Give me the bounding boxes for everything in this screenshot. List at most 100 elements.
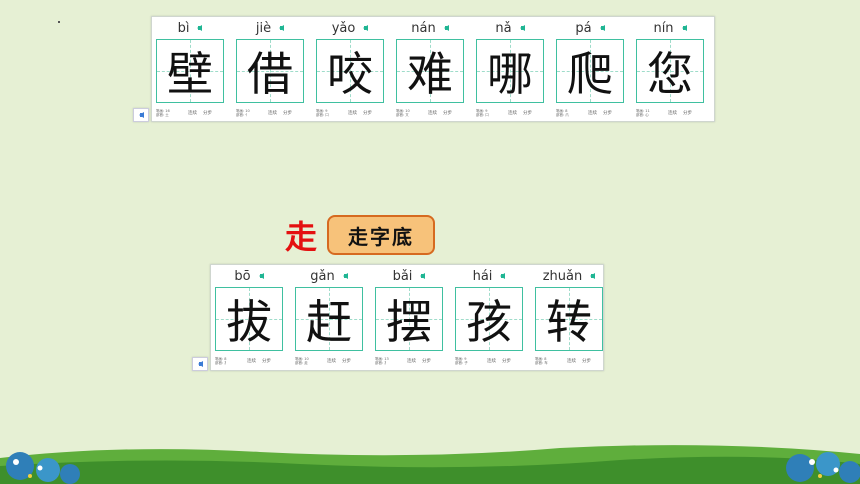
speaker-icon[interactable]: [681, 25, 687, 31]
step-button[interactable]: 分步: [683, 110, 692, 116]
step-button[interactable]: 分步: [523, 110, 532, 116]
radical-character: 走: [285, 218, 318, 256]
pinyin-text: nán: [411, 20, 436, 36]
play-continuous-button[interactable]: 连续: [348, 110, 357, 116]
pinyin-row: jiè: [234, 17, 306, 39]
speaker-icon[interactable]: [279, 25, 285, 31]
stroke-meta: 笔画: 9 部首: 子: [455, 357, 481, 366]
step-button[interactable]: 分步: [582, 358, 591, 364]
pinyin-text: nǎ: [495, 20, 512, 36]
radical-info: 部首: 扌: [215, 361, 228, 365]
pinyin-row: bǎi: [373, 265, 445, 287]
speaker-icon: [197, 361, 203, 367]
radical-info: 部首: 车: [535, 361, 548, 365]
hanzi-character: 哪: [487, 47, 533, 101]
speaker-icon[interactable]: [420, 273, 426, 279]
stroke-meta: 笔画: 13 部首: 扌: [375, 357, 401, 366]
writing-grid: 哪: [476, 39, 544, 103]
step-button[interactable]: 分步: [262, 358, 271, 364]
speaker-icon[interactable]: [197, 25, 203, 31]
writing-grid: 摆: [375, 287, 443, 351]
stroke-meta: 笔画: 9 部首: 口: [316, 109, 342, 118]
radical-info: 部首: 又: [396, 113, 409, 117]
hanzi-character: 拔: [226, 295, 272, 349]
play-continuous-button[interactable]: 连续: [327, 358, 336, 364]
writing-grid: 转: [535, 287, 603, 351]
card-info: 笔画: 11 部首: 心连续 分步: [634, 106, 706, 120]
speaker-icon[interactable]: [519, 25, 525, 31]
radical-info: 部首: 心: [636, 113, 649, 117]
speaker-icon: [138, 112, 144, 118]
card-info: 笔画: 13 部首: 扌连续 分步: [373, 354, 445, 368]
card-info: 笔画: 8 部首: 扌连续 分步: [213, 354, 285, 368]
radical-info: 部首: 土: [156, 113, 169, 117]
pinyin-text: hái: [472, 268, 493, 284]
character-card: jiè 借笔画: 10 部首: 亻连续 分步: [234, 17, 306, 120]
step-button[interactable]: 分步: [603, 110, 612, 116]
character-card: nín 您笔画: 11 部首: 心连续 分步: [634, 17, 706, 120]
hanzi-character: 摆: [386, 295, 432, 349]
hanzi-character: 爬: [567, 47, 613, 101]
character-panel-1: bì 壁笔画: 16 部首: 土连续 分步 jiè 借笔画: 10 部首: 亻连续 分步 yǎo…: [151, 16, 715, 122]
play-continuous-button[interactable]: 连续: [268, 110, 277, 116]
panel-1-audio-button[interactable]: [133, 108, 149, 122]
stroke-meta: 笔画: 10 部首: 亻: [236, 109, 262, 118]
card-info: 笔画: 16 部首: 土连续 分步: [154, 106, 226, 120]
pinyin-row: zhuǎn: [533, 265, 605, 287]
stroke-meta: 笔画: 8 部首: 扌: [215, 357, 241, 366]
hanzi-character: 借: [247, 47, 293, 101]
step-button[interactable]: 分步: [443, 110, 452, 116]
play-continuous-button[interactable]: 连续: [508, 110, 517, 116]
stroke-meta: 笔画: 9 部首: 口: [476, 109, 502, 118]
step-button[interactable]: 分步: [283, 110, 292, 116]
stroke-meta: 笔画: 11 部首: 心: [636, 109, 662, 118]
play-continuous-button[interactable]: 连续: [588, 110, 597, 116]
hanzi-character: 壁: [167, 47, 213, 101]
speaker-icon[interactable]: [590, 273, 596, 279]
writing-grid: 拔: [215, 287, 283, 351]
character-card: bō 拔笔画: 8 部首: 扌连续 分步: [213, 265, 285, 368]
radical-info: 部首: 子: [455, 361, 468, 365]
speaker-icon[interactable]: [599, 25, 605, 31]
speaker-icon[interactable]: [443, 25, 449, 31]
step-button[interactable]: 分步: [422, 358, 431, 364]
play-continuous-button[interactable]: 连续: [188, 110, 197, 116]
card-info: 笔画: 8 部首: 爪连续 分步: [554, 106, 626, 120]
step-button[interactable]: 分步: [203, 110, 212, 116]
pinyin-text: zhuǎn: [542, 268, 583, 284]
writing-grid: 壁: [156, 39, 224, 103]
panel-2-audio-button[interactable]: [192, 357, 208, 371]
step-button[interactable]: 分步: [363, 110, 372, 116]
writing-grid: 您: [636, 39, 704, 103]
step-button[interactable]: 分步: [342, 358, 351, 364]
play-continuous-button[interactable]: 连续: [407, 358, 416, 364]
pinyin-text: yǎo: [331, 20, 356, 36]
pinyin-text: gǎn: [310, 268, 335, 284]
character-card: hái 孩笔画: 9 部首: 子连续 分步: [453, 265, 525, 368]
speaker-icon[interactable]: [342, 273, 348, 279]
play-continuous-button[interactable]: 连续: [247, 358, 256, 364]
radical-info: 部首: 口: [476, 113, 489, 117]
character-card: yǎo 咬笔画: 9 部首: 口连续 分步: [314, 17, 386, 120]
grass-decoration: [0, 445, 860, 484]
card-info: 笔画: 9 部首: 口连续 分步: [474, 106, 546, 120]
play-continuous-button[interactable]: 连续: [668, 110, 677, 116]
radical-label: 走字底: [327, 215, 435, 255]
character-card: zhuǎn 转笔画: 8 部首: 车连续 分步: [533, 265, 605, 368]
pinyin-row: yǎo: [314, 17, 386, 39]
radical-info: 部首: 口: [316, 113, 329, 117]
play-continuous-button[interactable]: 连续: [487, 358, 496, 364]
stroke-meta: 笔画: 10 部首: 又: [396, 109, 422, 118]
pinyin-row: gǎn: [293, 265, 365, 287]
step-button[interactable]: 分步: [502, 358, 511, 364]
speaker-icon[interactable]: [500, 273, 506, 279]
play-continuous-button[interactable]: 连续: [428, 110, 437, 116]
character-card: gǎn 赶笔画: 10 部首: 走连续 分步: [293, 265, 365, 368]
play-continuous-button[interactable]: 连续: [567, 358, 576, 364]
pinyin-row: pá: [554, 17, 626, 39]
radical-info: 部首: 扌: [375, 361, 388, 365]
writing-grid: 赶: [295, 287, 363, 351]
speaker-icon[interactable]: [363, 25, 369, 31]
pinyin-text: bì: [177, 20, 190, 36]
speaker-icon[interactable]: [258, 273, 264, 279]
